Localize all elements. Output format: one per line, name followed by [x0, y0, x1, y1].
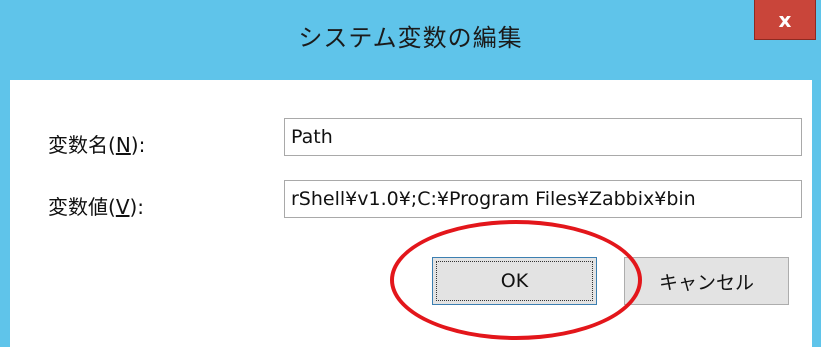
dialog-title: システム変数の編集: [298, 24, 523, 52]
variable-name-input[interactable]: Path: [284, 118, 802, 156]
close-icon: x: [778, 7, 792, 32]
focus-rectangle: [436, 261, 593, 301]
variable-value-input[interactable]: rShell¥v1.0¥;C:¥Program Files¥Zabbix¥bin: [284, 180, 802, 218]
variable-value-label: 変数値(V):: [48, 195, 145, 219]
ok-button[interactable]: OK: [432, 257, 597, 305]
dialog-body: 変数名(N): Path 変数値(V): rShell¥v1.0¥;C:¥Pro…: [10, 80, 812, 347]
close-button[interactable]: x: [754, 0, 816, 40]
variable-name-label: 変数名(N):: [48, 133, 146, 157]
title-bar[interactable]: システム変数の編集 x: [0, 0, 821, 80]
cancel-button-label: キャンセル: [658, 271, 754, 294]
cancel-button[interactable]: キャンセル: [624, 257, 789, 305]
edit-system-variable-dialog: システム変数の編集 x 変数名(N): Path 変数値(V): rShell¥…: [0, 0, 821, 347]
